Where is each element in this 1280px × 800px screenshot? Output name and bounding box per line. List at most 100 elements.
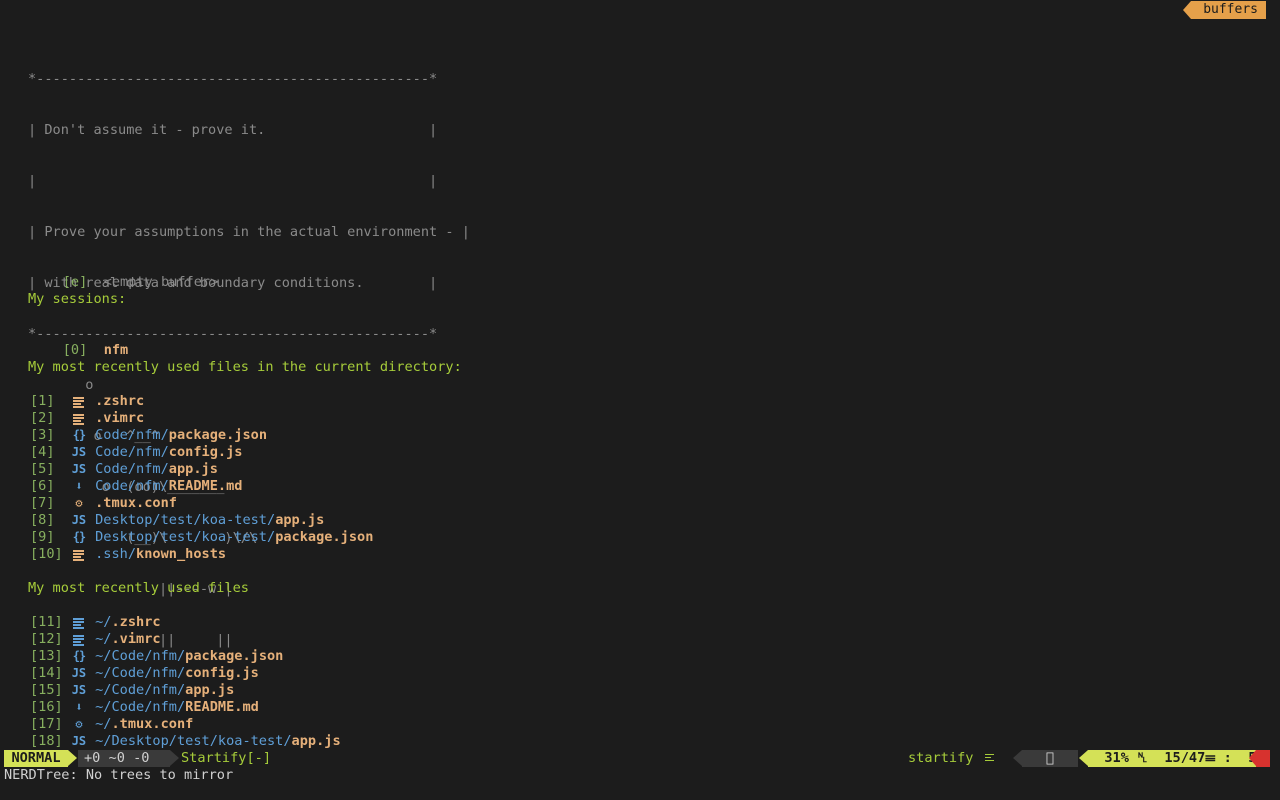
mode-indicator: NORMAL bbox=[4, 750, 77, 767]
cursor-position: 31% ␤ 15/47☰ : 5 bbox=[1079, 750, 1256, 767]
session-name: nfm bbox=[103, 342, 129, 358]
file-name: README.md bbox=[185, 699, 259, 715]
entry-key: [16] bbox=[30, 699, 63, 715]
file-name: package.json bbox=[168, 427, 268, 443]
statusline: NORMAL +0 ~0 -0 Startify[-] startify  3… bbox=[0, 750, 1280, 767]
javascript-icon: JS bbox=[71, 462, 87, 476]
entry-key: [3] bbox=[30, 427, 55, 443]
file-name: .vimrc bbox=[111, 631, 161, 647]
filetype-indicator: startify bbox=[908, 750, 997, 767]
cow-ascii-line: o bbox=[28, 377, 94, 393]
markdown-icon: ⬇ bbox=[75, 479, 83, 493]
warning-indicator bbox=[1249, 750, 1270, 767]
json-icon: {} bbox=[72, 649, 86, 663]
entry-key: [18] bbox=[30, 733, 63, 749]
entry-key: [14] bbox=[30, 665, 63, 681]
file-dir: Code/nfm/ bbox=[95, 461, 169, 477]
entry-key: [0] bbox=[62, 342, 88, 358]
file-entry[interactable]: [11] ~/.zshrc bbox=[30, 614, 161, 631]
filetype-icon bbox=[984, 753, 994, 763]
apple-icon:  bbox=[1013, 750, 1078, 767]
session-entry[interactable]: [0] nfm bbox=[30, 325, 129, 358]
file-entry[interactable]: [7] ⚙ .tmux.conf bbox=[30, 495, 177, 512]
file-entry[interactable]: [17] ⚙ ~/.tmux.conf bbox=[30, 716, 193, 733]
file-entry[interactable]: [18] JS ~/Desktop/test/koa-test/app.js bbox=[30, 733, 341, 750]
cowsay-box-line: | Prove your assumptions in the actual e… bbox=[28, 224, 470, 240]
file-name: .zshrc bbox=[111, 614, 161, 630]
entry-key: [13] bbox=[30, 648, 63, 664]
entry-key: [2] bbox=[30, 410, 55, 426]
file-entry[interactable]: [10] .ssh/known_hosts bbox=[30, 546, 226, 563]
gear-icon: ⚙ bbox=[75, 496, 83, 510]
markdown-icon: ⬇ bbox=[75, 700, 83, 714]
entry-key: [10] bbox=[30, 546, 63, 562]
vim-startify-screen: buffers *-------------------------------… bbox=[0, 0, 1280, 800]
file-entry[interactable]: [6] ⬇ Code/nfm/README.md bbox=[30, 478, 242, 495]
file-entry[interactable]: [15] JS ~/Code/nfm/app.js bbox=[30, 682, 234, 699]
file-dir: Code/nfm/ bbox=[95, 427, 169, 443]
file-entry[interactable]: [12] ~/.vimrc bbox=[30, 631, 161, 648]
file-dir: ~/Code/nfm/ bbox=[95, 682, 186, 698]
entry-key: [17] bbox=[30, 716, 63, 732]
text-file-icon bbox=[71, 631, 87, 648]
entry-key: [7] bbox=[30, 495, 55, 511]
file-name: .zshrc bbox=[95, 393, 145, 409]
text-file-icon bbox=[71, 546, 87, 563]
command-line-message: NERDTree: No trees to mirror bbox=[4, 767, 234, 783]
dir-files-heading: My most recently used files in the curre… bbox=[28, 359, 462, 375]
entry-key: [1] bbox=[30, 393, 55, 409]
file-name: config.js bbox=[168, 444, 243, 460]
text-file-icon bbox=[71, 614, 87, 631]
file-name: app.js bbox=[168, 461, 218, 477]
git-diff-summary: +0 ~0 -0 bbox=[78, 750, 179, 767]
lines-icon: ☰ bbox=[1205, 750, 1216, 766]
buffers-tab[interactable]: buffers bbox=[1183, 1, 1266, 19]
file-name: .tmux.conf bbox=[111, 716, 194, 732]
file-entry[interactable]: [8] JS Desktop/test/koa-test/app.js bbox=[30, 512, 324, 529]
file-entry[interactable]: [1] .zshrc bbox=[30, 393, 144, 410]
file-dir: Code/nfm/ bbox=[95, 478, 169, 494]
file-entry[interactable]: [2] .vimrc bbox=[30, 410, 144, 427]
file-entry[interactable]: [9] {} Desktop/test/koa-test/package.jso… bbox=[30, 529, 373, 546]
file-dir: ~/Code/nfm/ bbox=[95, 648, 186, 664]
file-name: .tmux.conf bbox=[95, 495, 177, 511]
cowsay-box-line: | | bbox=[28, 173, 438, 189]
file-entry[interactable]: [16] ⬇ ~/Code/nfm/README.md bbox=[30, 699, 259, 716]
file-entry[interactable]: [13] {} ~/Code/nfm/package.json bbox=[30, 648, 283, 665]
cowsay-box-line: | Don't assume it - prove it. | bbox=[28, 122, 438, 138]
text-file-icon bbox=[71, 393, 87, 410]
entry-key: [12] bbox=[30, 631, 63, 647]
file-name: package.json bbox=[275, 529, 374, 545]
line-number-icon: ␤ bbox=[1137, 750, 1148, 766]
file-dir: Code/nfm/ bbox=[95, 444, 169, 460]
javascript-icon: JS bbox=[71, 513, 87, 527]
file-name: app.js bbox=[291, 733, 341, 749]
javascript-icon: JS bbox=[71, 666, 87, 680]
json-icon: {} bbox=[72, 428, 86, 442]
file-entry[interactable]: [5] JS Code/nfm/app.js bbox=[30, 461, 218, 478]
file-dir: ~/ bbox=[95, 716, 112, 732]
file-name: app.js bbox=[185, 682, 235, 698]
cowsay-box-top: *---------------------------------------… bbox=[28, 71, 438, 87]
entry-key: [11] bbox=[30, 614, 63, 630]
file-dir: .ssh/ bbox=[95, 546, 137, 562]
file-dir: ~/Code/nfm/ bbox=[95, 699, 186, 715]
json-icon: {} bbox=[72, 530, 86, 544]
file-dir: Desktop/test/koa-test/ bbox=[95, 512, 276, 528]
entry-key: [15] bbox=[30, 682, 63, 698]
file-entry[interactable]: [4] JS Code/nfm/config.js bbox=[30, 444, 242, 461]
file-entry[interactable]: [3] {} Code/nfm/package.json bbox=[30, 427, 267, 444]
entry-key: [e] bbox=[62, 274, 88, 290]
javascript-icon: JS bbox=[71, 734, 87, 748]
file-dir: ~/ bbox=[95, 614, 112, 630]
empty-buffer-entry[interactable]: [e] <empty buffer> bbox=[30, 257, 219, 290]
file-dir: ~/Code/nfm/ bbox=[95, 665, 186, 681]
text-file-icon bbox=[71, 410, 87, 427]
file-name: README.md bbox=[168, 478, 243, 494]
file-entry[interactable]: [14] JS ~/Code/nfm/config.js bbox=[30, 665, 259, 682]
file-name: config.js bbox=[185, 665, 259, 681]
entry-key: [4] bbox=[30, 444, 55, 460]
file-dir: ~/Desktop/test/koa-test/ bbox=[95, 733, 292, 749]
entry-key: [9] bbox=[30, 529, 55, 545]
entry-key: [8] bbox=[30, 512, 55, 528]
